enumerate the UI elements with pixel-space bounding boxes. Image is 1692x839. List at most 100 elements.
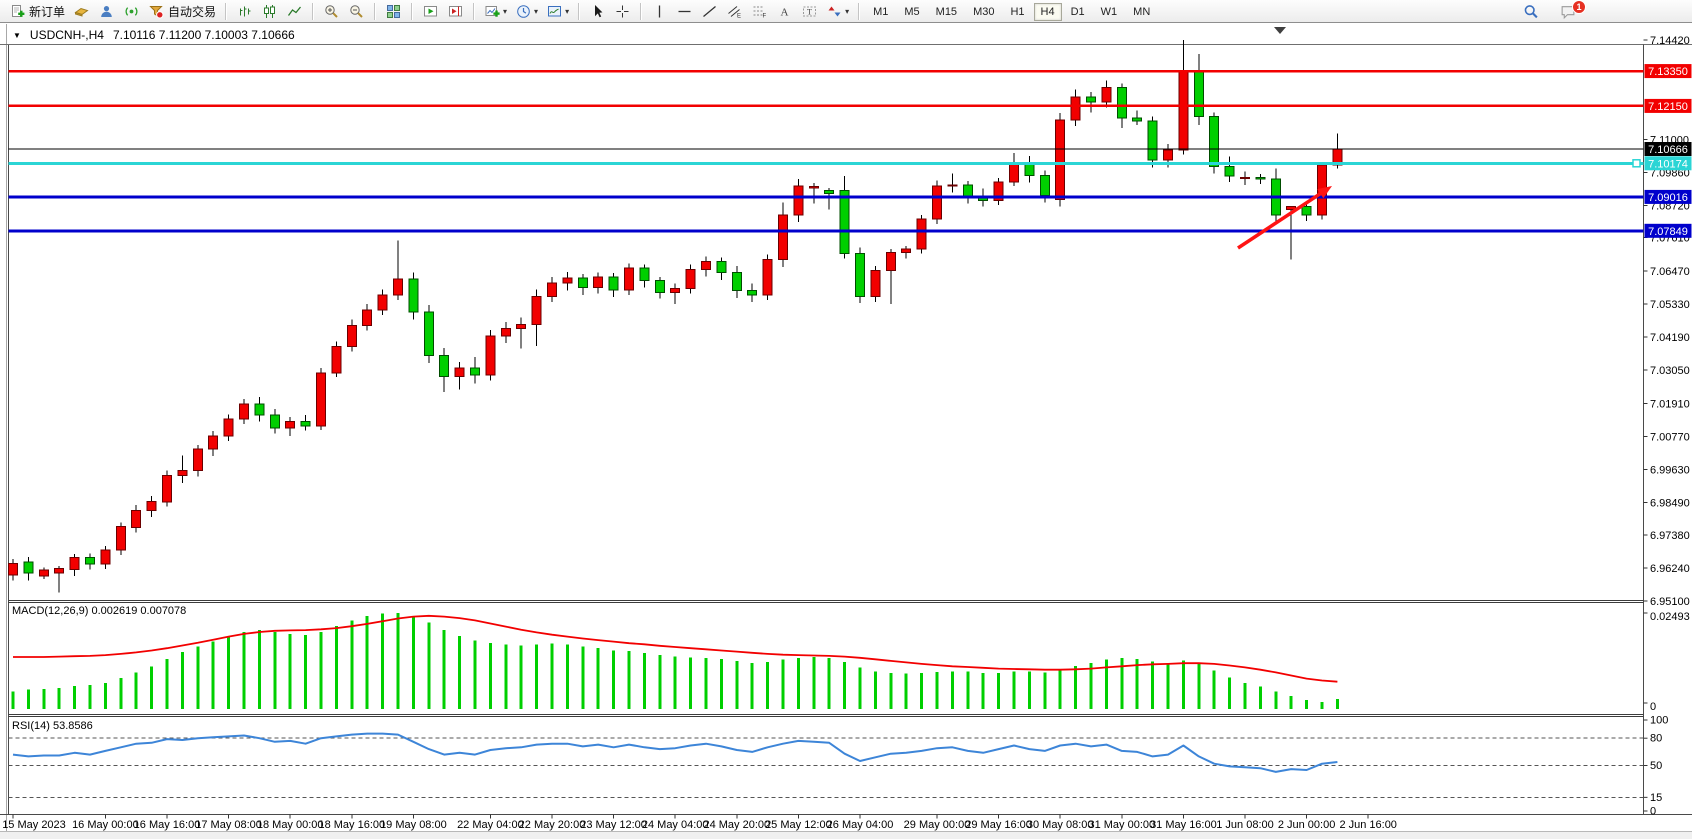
fibonacci-tool-button[interactable]: F [747, 1, 772, 21]
price-tag-7.09016: 7.09016 [1645, 190, 1692, 204]
price-tick-label: 6.98490 [1650, 498, 1690, 510]
macd-axis-label: 0.02493 [1650, 611, 1690, 623]
rsi-axis-label: 100 [1650, 715, 1668, 727]
rsi-axis-label: 80 [1650, 733, 1662, 745]
trendline-icon [701, 3, 718, 19]
auto-scroll-icon [422, 3, 439, 19]
market-watch-button[interactable] [69, 1, 94, 21]
vertical-line-tool-button[interactable] [647, 1, 672, 21]
period-button-m15[interactable]: M15 [929, 3, 964, 21]
candle-body [70, 557, 79, 569]
signal-icon [123, 3, 140, 19]
candle-body [563, 278, 572, 283]
bar-chart-mode-button[interactable] [232, 1, 257, 21]
periods-menu-button[interactable]: ▾ [511, 1, 542, 21]
time-tick-label: 22 May 20:00 [519, 819, 586, 831]
text-icon: A [776, 3, 793, 19]
status-strip [0, 831, 1692, 839]
zoom-in-icon [323, 3, 340, 19]
period-button-w1[interactable]: W1 [1094, 3, 1125, 21]
horizontal-line-tool-button[interactable] [672, 1, 697, 21]
chart-area[interactable]: 7.144207.110007.098607.087207.076107.064… [0, 0, 1692, 839]
cursor-tool-button[interactable] [585, 1, 610, 21]
chevron-down-icon: ▾ [503, 7, 507, 16]
channel-tool-button[interactable]: E [722, 1, 747, 21]
autotrade-button[interactable]: 自动交易 [144, 1, 220, 21]
new-order-icon [9, 3, 26, 19]
toolbar-separator [225, 3, 227, 20]
text-label-tool-button[interactable]: T [797, 1, 822, 21]
templates-button[interactable]: ▾ [542, 1, 573, 21]
zoom-in-button[interactable] [319, 1, 344, 21]
line-chart-icon [286, 3, 303, 19]
period-button-m5[interactable]: M5 [897, 3, 926, 21]
period-button-m1[interactable]: M1 [866, 3, 895, 21]
time-tick-label: 19 May 08:00 [380, 819, 447, 831]
period-button-mn[interactable]: MN [1126, 3, 1157, 21]
text-tool-button[interactable]: A [772, 1, 797, 21]
price-tag-7.10174: 7.10174 [1645, 156, 1692, 170]
candle-body [1133, 118, 1142, 121]
tile-windows-icon [385, 3, 402, 19]
candle-body [116, 527, 125, 550]
period-button-h4[interactable]: H4 [1034, 3, 1062, 21]
candle-body [917, 219, 926, 249]
search-button[interactable] [1518, 2, 1543, 22]
candle-body [640, 268, 649, 280]
svg-text:7.09016: 7.09016 [1648, 192, 1688, 204]
candle-body [517, 324, 526, 328]
autotrade-label: 自动交易 [168, 3, 216, 20]
chart-shift-button[interactable] [443, 1, 468, 21]
time-tick-label: 18 May 00:00 [257, 819, 324, 831]
zoom-out-button[interactable] [344, 1, 369, 21]
candle-body [686, 270, 695, 289]
period-button-m30[interactable]: M30 [966, 3, 1001, 21]
trendline-tool-button[interactable] [697, 1, 722, 21]
candle-body [1302, 206, 1311, 215]
search-icon [1522, 4, 1539, 20]
candle-body [886, 252, 895, 270]
candle-body [286, 421, 295, 428]
candle-body [147, 501, 156, 510]
candle-body [1164, 150, 1173, 160]
time-tick-label: 24 May 20:00 [703, 819, 770, 831]
toolbar-separator [374, 3, 376, 20]
candle-body [871, 270, 880, 296]
rsi-axis-label: 0 [1650, 806, 1656, 818]
candle-body [609, 277, 618, 290]
auto-scroll-button[interactable] [418, 1, 443, 21]
data-window-button[interactable] [94, 1, 119, 21]
candle-body [840, 191, 849, 254]
arrows-tool-button[interactable]: ▾ [822, 1, 853, 21]
equidistant-channel-icon: E [726, 3, 743, 19]
candle-body [501, 328, 510, 336]
indicators-button[interactable]: ▾ [480, 1, 511, 21]
candlestick-icon [261, 3, 278, 19]
candle-body [748, 291, 757, 296]
price-tick-label: 7.14420 [1650, 35, 1690, 47]
period-button-h1[interactable]: H1 [1003, 3, 1031, 21]
crosshair-tool-button[interactable] [610, 1, 635, 21]
chart-shift-icon [447, 3, 464, 19]
symbol-dropdown-icon[interactable]: ▼ [13, 31, 21, 40]
price-tick-label: 6.99630 [1650, 464, 1690, 476]
candle-body [193, 449, 202, 470]
signal-button[interactable] [119, 1, 144, 21]
candle-body [594, 277, 603, 288]
new-order-button[interactable]: 新订单 [5, 1, 69, 21]
toolbar-separator [858, 3, 860, 20]
level-line-handle[interactable] [1633, 160, 1640, 167]
main-toolbar: 新订单 自动交易 [0, 0, 1692, 23]
tile-windows-button[interactable] [381, 1, 406, 21]
candle-body [717, 262, 726, 273]
period-button-d1[interactable]: D1 [1064, 3, 1092, 21]
candlestick-mode-button[interactable] [257, 1, 282, 21]
candle-body [702, 262, 711, 270]
line-chart-mode-button[interactable] [282, 1, 307, 21]
candle-body [1102, 87, 1111, 102]
notifications-button[interactable]: 1 [1555, 2, 1580, 22]
timeframe-switcher: M1M5M15M30H1H4D1W1MN [865, 2, 1158, 21]
price-tag-7.13350: 7.13350 [1645, 64, 1692, 78]
chevron-down-icon: ▾ [534, 7, 538, 16]
macd-label: MACD(12,26,9) 0.002619 0.007078 [12, 605, 186, 617]
